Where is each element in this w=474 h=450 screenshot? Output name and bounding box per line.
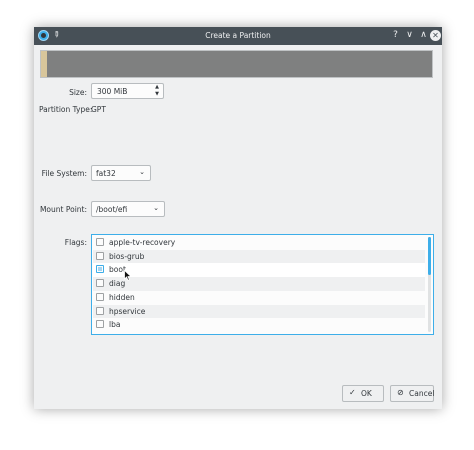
ok-label: OK [361, 389, 372, 398]
file-system-combobox[interactable]: fat32 ⌄ [91, 165, 151, 181]
flag-item-apple-tv-recovery[interactable]: apple-tv-recovery [93, 236, 425, 250]
mouse-pointer-icon [124, 270, 132, 281]
flag-checkbox[interactable] [96, 292, 104, 301]
flag-checkbox[interactable] [96, 279, 104, 288]
cancel-button[interactable]: ⊘ Cancel [390, 385, 434, 402]
mount-point-combobox[interactable]: /boot/efi ⌄ [91, 201, 165, 217]
flag-item-boot[interactable]: boot [93, 263, 425, 278]
partition-type-label: Partition Type: [39, 105, 93, 114]
flag-label: lba [109, 320, 121, 330]
flag-checkbox[interactable] [96, 306, 104, 315]
close-button[interactable]: ✕ [430, 30, 441, 41]
partition-type-value: GPT [91, 105, 106, 114]
partition-used-segment[interactable] [41, 51, 47, 77]
flag-label: apple-tv-recovery [109, 238, 176, 247]
maximize-button[interactable]: ∧ [417, 29, 430, 42]
flag-checkbox[interactable] [96, 320, 104, 329]
chevron-down-icon: ⌄ [139, 168, 145, 176]
file-system-label: File System: [41, 169, 87, 178]
flag-label: bios-grub [109, 251, 145, 261]
minimize-button[interactable]: ∨ [403, 29, 416, 42]
flag-label: hpservice [109, 306, 146, 316]
size-spinbox[interactable]: 300 MiB ▲ ▼ [91, 83, 164, 99]
partition-size-bar[interactable] [40, 50, 433, 78]
file-system-value: fat32 [96, 169, 116, 178]
create-partition-dialog: ✎ Create a Partition ? ∨ ∧ ✕ Size: 300 M… [34, 27, 442, 409]
help-button[interactable]: ? [389, 29, 402, 42]
flags-scrollbar[interactable] [428, 237, 431, 332]
chevron-down-icon: ⌄ [153, 204, 159, 212]
flag-label: diag [109, 279, 126, 289]
cancel-icon: ⊘ [397, 388, 404, 397]
cancel-label: Cancel [409, 389, 435, 398]
flag-label: hidden [109, 292, 135, 302]
flags-scroll-thumb[interactable] [428, 237, 431, 275]
checkmark-icon: ✓ [349, 388, 356, 397]
flag-checkbox[interactable] [96, 265, 104, 274]
title-bar[interactable]: ✎ Create a Partition ? ∨ ∧ ✕ [34, 27, 442, 45]
size-value: 300 MiB [97, 87, 128, 96]
flag-checkbox[interactable] [96, 238, 104, 246]
flag-item-hidden[interactable]: hidden [93, 291, 425, 305]
mount-point-value: /boot/efi [96, 205, 128, 214]
flag-item-hpservice[interactable]: hpservice [93, 304, 425, 319]
flags-list[interactable]: apple-tv-recovery bios-grub boot diag hi… [91, 234, 434, 335]
flags-label: Flags: [64, 238, 87, 247]
flag-checkbox[interactable] [96, 251, 104, 260]
size-label: Size: [69, 88, 87, 97]
window-title: Create a Partition [205, 31, 271, 40]
flag-item-bios-grub[interactable]: bios-grub [93, 249, 425, 264]
ok-button[interactable]: ✓ OK [342, 385, 384, 402]
spin-arrows-icon[interactable]: ▲ ▼ [155, 84, 159, 97]
flag-item-diag[interactable]: diag [93, 277, 425, 291]
mount-point-label: Mount Point: [39, 205, 87, 214]
flag-item-lba[interactable]: lba [93, 318, 425, 332]
